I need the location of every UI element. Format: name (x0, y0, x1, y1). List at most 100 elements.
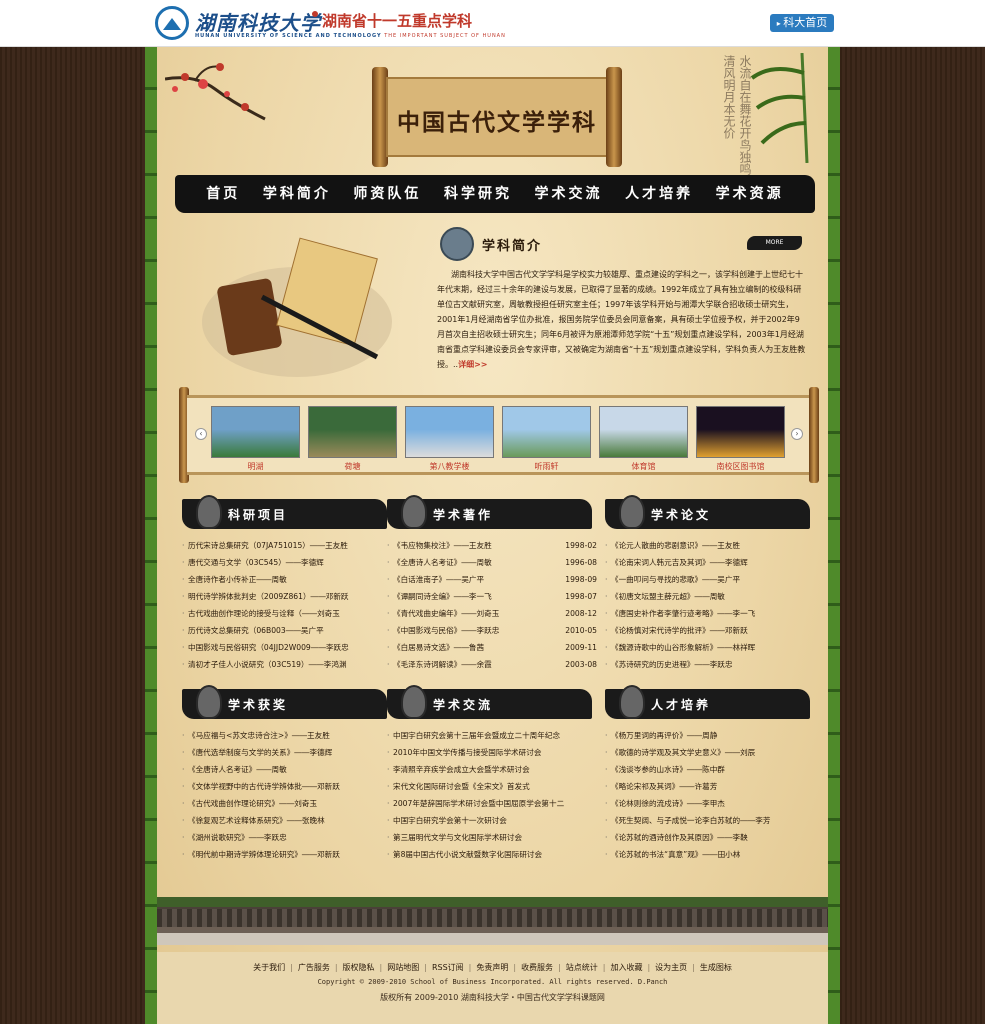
list-item-text[interactable]: 《唐国史补作者李肇行迹考略》――李一飞 (611, 609, 755, 618)
list-item-text[interactable]: 宋代文化国际研讨会暨《全宋文》首发式 (393, 782, 530, 791)
nav-item-faculty[interactable]: 师资队伍 (353, 175, 421, 213)
list-item-text[interactable]: 2010年中国文学传播与接受国际学术研讨会 (393, 748, 541, 757)
list-item[interactable]: 《谭嗣同诗全编》――李一飞 1998-07 (387, 588, 597, 605)
list-item-text[interactable]: 第三届明代文学与文化国际学术研讨会 (393, 833, 522, 842)
list-item[interactable]: 《一曲叩问与寻找的悲歌》――吴广平 (605, 571, 815, 588)
nav-item-resources[interactable]: 学术资源 (716, 175, 784, 213)
gallery-caption[interactable]: 第八教学楼 (405, 461, 494, 472)
list-item[interactable]: 《唐代选举制度与文学的关系》――李德辉 (182, 744, 392, 761)
list-item[interactable]: 清初才子佳人小说研究（03C519）――李鸿渊 (182, 656, 392, 673)
list-item-text[interactable]: 中国宇白研究学会第十一次研讨会 (393, 816, 507, 825)
list-item[interactable]: 全唐诗作者小传补正――周敏 (182, 571, 392, 588)
list-item[interactable]: 《湖州说歌研究》――李跃忠 (182, 829, 392, 846)
list-item[interactable]: 《毛泽东诗词解读》――余霞 2003-08 (387, 656, 597, 673)
list-item-text[interactable]: 《歌德的诗学观及其文学史意义》――刘辰 (611, 748, 755, 757)
list-item-text[interactable]: 《浅谈岑参的山水诗》――陈中群 (611, 765, 725, 774)
footer-link[interactable]: 加入收藏 (610, 963, 642, 972)
list-item[interactable]: 中国宇白研究会第十三届年会暨成立二十周年纪念 (387, 727, 597, 744)
list-item[interactable]: 李清照辛弃疾学会成立大会暨学术研讨会 (387, 761, 597, 778)
footer-link[interactable]: 免责声明 (476, 963, 508, 972)
list-item[interactable]: 《论林则徐的流戍诗》――李甲杰 (605, 795, 815, 812)
list-item-text[interactable]: 古代戏曲创作理论的接受与诠释（――刘奇玉 (188, 609, 340, 618)
list-item[interactable]: 《白话淮南子》――吴广平 1998-09 (387, 571, 597, 588)
list-item[interactable]: 《古代戏曲创作理论研究》――刘奇玉 (182, 795, 392, 812)
list-item-text[interactable]: 明代诗学辨体批判史（2009Z861）――邓新跃 (188, 592, 349, 601)
list-item-text[interactable]: 《论苏轼的酒诗创作及其原因》――李鞅 (611, 833, 748, 842)
gallery-item[interactable]: 体育馆 (599, 406, 688, 472)
list-item-text[interactable]: 全唐诗作者小传补正――周敏 (188, 575, 287, 584)
list-item-text[interactable]: 第8届中国古代小说文献暨数字化国际研讨会 (393, 850, 542, 859)
list-item-text[interactable]: 《白居易诗文选》――鲁茜 (393, 643, 484, 652)
list-item[interactable]: 中国宇白研究学会第十一次研讨会 (387, 812, 597, 829)
list-item[interactable]: 2010年中国文学传播与接受国际学术研讨会 (387, 744, 597, 761)
list-item[interactable]: 《魏源诗歌中的山谷形象解析》――林祥晖 (605, 639, 815, 656)
list-item-text[interactable]: 《中国影戏与民俗》――李跃忠 (393, 626, 499, 635)
list-item[interactable]: 第三届明代文学与文化国际学术研讨会 (387, 829, 597, 846)
list-item[interactable]: 《初唐文坛盟主薛元超》――周敏 (605, 588, 815, 605)
nav-item-home[interactable]: 首页 (206, 175, 240, 213)
intro-more-button[interactable]: MORE (747, 236, 802, 250)
list-item-text[interactable]: 《死生契阔、与子成悦一论李白苏轼的――李芳 (611, 816, 770, 825)
gallery-photo[interactable] (308, 406, 397, 458)
list-item-text[interactable]: 《苏诗研究的历史进程》――李跃忠 (611, 660, 733, 669)
list-item[interactable]: 《中国影戏与民俗》――李跃忠 2010-05 (387, 622, 597, 639)
list-item-text[interactable]: 《青代戏曲史编年》――刘奇玉 (393, 609, 499, 618)
list-item-text[interactable]: 《全唐诗人名考证》――周敏 (188, 765, 287, 774)
list-item[interactable]: 第8届中国古代小说文献暨数字化国际研讨会 (387, 846, 597, 863)
list-item-text[interactable]: 《杨万里词的再评价》――周静 (611, 731, 717, 740)
list-item-text[interactable]: 《徐复观艺术诠释体系研究》――张晚林 (188, 816, 325, 825)
gallery-caption[interactable]: 体育馆 (599, 461, 688, 472)
footer-link[interactable]: 版权隐私 (343, 963, 375, 972)
list-item[interactable]: 《明代前中期诗学辨体理论研究》――邓新跃 (182, 846, 392, 863)
footer-link[interactable]: 网站地图 (387, 963, 419, 972)
gallery-prev-icon[interactable]: ‹ (195, 428, 207, 440)
list-item[interactable]: 《文体学视野中的古代诗学辨体批――邓新跃 (182, 778, 392, 795)
footer-link[interactable]: 设为主页 (655, 963, 687, 972)
list-item[interactable]: 《马应福与<苏文忠诗合注>》――王友胜 (182, 727, 392, 744)
list-item[interactable]: 《歌德的诗学观及其文学史意义》――刘辰 (605, 744, 815, 761)
list-item[interactable]: 《论苏轼的酒诗创作及其原因》――李鞅 (605, 829, 815, 846)
list-item[interactable]: 《论杨慎对宋代诗学的批评》――邓新跃 (605, 622, 815, 639)
list-item[interactable]: 《徐复观艺术诠释体系研究》――张晚林 (182, 812, 392, 829)
gallery-item[interactable]: 第八教学楼 (405, 406, 494, 472)
list-item-text[interactable]: 《毛泽东诗词解读》――余霞 (393, 660, 492, 669)
footer-link[interactable]: 站点统计 (566, 963, 598, 972)
list-item-text[interactable]: 《文体学视野中的古代诗学辨体批――邓新跃 (188, 782, 340, 791)
list-item-text[interactable]: 《论元人散曲的悲剧意识》――王友胜 (611, 541, 740, 550)
list-item[interactable]: 《全唐诗人名考证》――周敏 (182, 761, 392, 778)
list-item[interactable]: 宋代文化国际研讨会暨《全宋文》首发式 (387, 778, 597, 795)
gallery-photo[interactable] (696, 406, 785, 458)
list-item[interactable]: 古代戏曲创作理论的接受与诠释（――刘奇玉 (182, 605, 392, 622)
list-item[interactable]: 《苏诗研究的历史进程》――李跃忠 (605, 656, 815, 673)
gallery-photo[interactable] (211, 406, 300, 458)
gallery-item[interactable]: 南校区图书馆 (696, 406, 785, 472)
gallery-item[interactable]: 明湖 (211, 406, 300, 472)
list-item[interactable]: 明代诗学辨体批判史（2009Z861）――邓新跃 (182, 588, 392, 605)
nav-item-exchange[interactable]: 学术交流 (535, 175, 603, 213)
list-item-text[interactable]: 《谭嗣同诗全编》――李一飞 (393, 592, 492, 601)
list-item[interactable]: 2007年楚辞国际学术研讨会暨中国屈原学会第十二 (387, 795, 597, 812)
list-item[interactable]: 历代宋诗总集研究（07JA751015）――王友胜 (182, 537, 392, 554)
list-item[interactable]: 《论元人散曲的悲剧意识》――王友胜 (605, 537, 815, 554)
list-item[interactable]: 《全唐诗人名考证》――周敏 1996-08 (387, 554, 597, 571)
list-item[interactable]: 《唐国史补作者李肇行迹考略》――李一飞 (605, 605, 815, 622)
list-item[interactable]: 《论南宋词人韩元吉及其词》――李德辉 (605, 554, 815, 571)
nav-item-intro[interactable]: 学科简介 (263, 175, 331, 213)
list-item-text[interactable]: 历代诗文总集研究（06B003――吴广平 (188, 626, 324, 635)
list-item-text[interactable]: 《论杨慎对宋代诗学的批评》――邓新跃 (611, 626, 748, 635)
list-item-text[interactable]: 2007年楚辞国际学术研讨会暨中国屈原学会第十二 (393, 799, 564, 808)
footer-link[interactable]: 广告服务 (298, 963, 330, 972)
list-item[interactable]: 中国影戏与民俗研究（04JJD2W009――李跃忠 (182, 639, 392, 656)
gallery-photo[interactable] (405, 406, 494, 458)
list-item[interactable]: 《杨万里词的再评价》――周静 (605, 727, 815, 744)
list-item-text[interactable]: 《论南宋词人韩元吉及其词》――李德辉 (611, 558, 748, 567)
nav-item-talent[interactable]: 人才培养 (625, 175, 693, 213)
list-item-text[interactable]: 李清照辛弃疾学会成立大会暨学术研讨会 (393, 765, 530, 774)
list-item[interactable]: 《青代戏曲史编年》――刘奇玉 2008-12 (387, 605, 597, 622)
university-home-button[interactable]: 科大首页 (770, 14, 834, 32)
footer-link[interactable]: 收费服务 (521, 963, 553, 972)
list-item-text[interactable]: 《一曲叩问与寻找的悲歌》――吴广平 (611, 575, 740, 584)
list-item-text[interactable]: 清初才子佳人小说研究（03C519）――李鸿渊 (188, 660, 347, 669)
list-item[interactable]: 《白居易诗文选》――鲁茜 2009-11 (387, 639, 597, 656)
list-item[interactable]: 历代诗文总集研究（06B003――吴广平 (182, 622, 392, 639)
